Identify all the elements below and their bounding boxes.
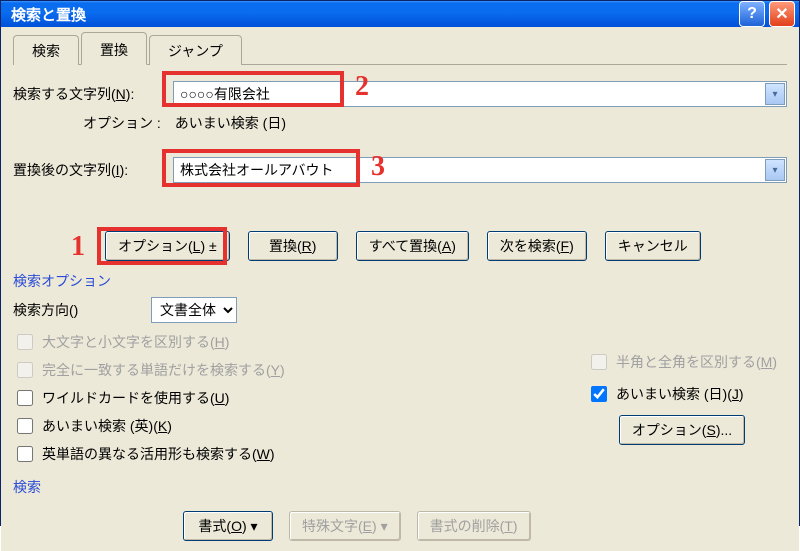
- chk-wordforms[interactable]: 英単語の異なる活用形も検索する(W): [13, 443, 285, 465]
- tab-search[interactable]: 検索: [13, 35, 79, 65]
- chk-halffull-box: [591, 354, 607, 370]
- chk-fuzzy-en[interactable]: あいまい検索 (英)(K): [13, 415, 285, 437]
- dialog-window: 検索と置換 ? ✕ 検索 置換 ジャンプ 検索する文字列(N): ▾ オプション…: [0, 0, 800, 526]
- find-label: 検索する文字列(N):: [13, 84, 165, 104]
- replace-label: 置換後の文字列(I):: [13, 160, 165, 180]
- chk-fuzzy-jp-box[interactable]: [591, 386, 607, 402]
- replace-dropdown-icon[interactable]: ▾: [765, 159, 785, 181]
- find-row: 検索する文字列(N): ▾: [13, 81, 787, 107]
- close-button[interactable]: ✕: [769, 1, 795, 27]
- titlebar: 検索と置換 ? ✕: [1, 1, 799, 27]
- direction-row: 検索方向() 文書全体: [13, 297, 787, 323]
- replace-input[interactable]: [173, 157, 787, 183]
- chk-whole-box: [17, 362, 33, 378]
- find-dropdown-icon[interactable]: ▾: [765, 83, 785, 105]
- replace-row: 置換後の文字列(I): ▾: [13, 157, 787, 183]
- chk-wildcard[interactable]: ワイルドカードを使用する(U): [13, 387, 285, 409]
- bottom-row: 書式(O) ▾ 特殊文字(E) ▾ 書式の削除(T): [13, 511, 787, 541]
- direction-label: 検索方向(): [13, 300, 141, 320]
- tab-jump[interactable]: ジャンプ: [149, 35, 242, 65]
- help-button[interactable]: ?: [739, 1, 765, 27]
- chk-wordforms-box[interactable]: [17, 446, 33, 462]
- dialog-content: 検索 置換 ジャンプ 検索する文字列(N): ▾ オプション : あいまい検索 …: [1, 27, 799, 551]
- options-button[interactable]: オプション(L) ±: [105, 231, 230, 261]
- button-row: オプション(L) ± 置換(R) すべて置換(A) 次を検索(F) キャンセル: [13, 231, 787, 261]
- chk-wildcard-box[interactable]: [17, 390, 33, 406]
- window-title: 検索と置換: [11, 4, 739, 25]
- checks-right: 半角と全角を区別する(M) あいまい検索 (日)(J) オプション(S)...: [587, 351, 777, 445]
- special-button[interactable]: 特殊文字(E) ▾: [289, 511, 401, 541]
- tab-replace[interactable]: 置換: [81, 32, 147, 65]
- search-options-label: 検索オプション: [13, 271, 787, 291]
- direction-select[interactable]: 文書全体: [151, 297, 237, 323]
- chk-fuzzy-jp[interactable]: あいまい検索 (日)(J): [587, 383, 744, 405]
- clear-format-button: 書式の削除(T): [417, 511, 531, 541]
- search-bottom-label: 検索: [13, 477, 787, 497]
- replace-button[interactable]: 置換(R): [248, 231, 338, 261]
- replace-input-wrap: ▾: [173, 157, 787, 183]
- find-input-wrap: ▾: [173, 81, 787, 107]
- find-input[interactable]: [173, 81, 787, 107]
- chk-halffull: 半角と全角を区別する(M): [587, 351, 777, 373]
- fuzzy-options-button[interactable]: オプション(S)...: [619, 415, 745, 445]
- cancel-button[interactable]: キャンセル: [605, 231, 701, 261]
- chk-whole: 完全に一致する単語だけを検索する(Y): [13, 359, 285, 381]
- find-next-button[interactable]: 次を検索(F): [487, 231, 587, 261]
- checks-left: 大文字と小文字を区別する(H) 完全に一致する単語だけを検索する(Y) ワイルド…: [13, 331, 285, 465]
- chk-fuzzy-en-box[interactable]: [17, 418, 33, 434]
- format-button[interactable]: 書式(O) ▾: [183, 511, 273, 541]
- titlebar-buttons: ? ✕: [739, 1, 795, 27]
- chk-case: 大文字と小文字を区別する(H): [13, 331, 285, 353]
- tabs: 検索 置換 ジャンプ: [13, 35, 787, 65]
- replace-all-button[interactable]: すべて置換(A): [356, 231, 469, 261]
- chk-case-box: [17, 334, 33, 350]
- options-line: オプション : あいまい検索 (日): [13, 113, 787, 133]
